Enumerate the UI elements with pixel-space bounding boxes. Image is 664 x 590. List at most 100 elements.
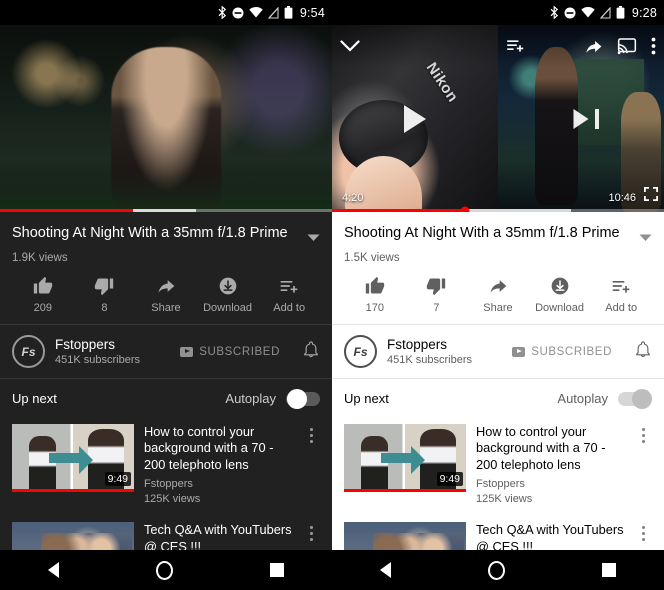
recents-button[interactable]	[269, 563, 284, 577]
add-to-label: Add to	[605, 302, 638, 314]
video-thumbnail: 9:49	[12, 424, 134, 492]
youtube-play-icon	[180, 346, 194, 357]
add-to-queue-icon[interactable]	[506, 38, 526, 54]
chevron-down-icon[interactable]	[340, 39, 360, 53]
list-item[interactable]: 9:49 How to control your background with…	[344, 418, 652, 516]
list-item-title: How to control your background with a 70…	[144, 424, 274, 472]
channel-name: Fstoppers	[387, 337, 448, 352]
video-action-row: 209 8 Share Download Add to	[12, 276, 320, 324]
like-button[interactable]: 170	[344, 276, 406, 314]
list-item-meta: 125K views	[476, 492, 533, 505]
toggle-knob	[287, 388, 307, 409]
up-next-label: Up next	[344, 391, 389, 406]
share-icon[interactable]	[584, 37, 603, 56]
player-content-left: Shooting At Night With a 35mm f/1.8 Prim…	[0, 212, 332, 590]
autoplay-toggle[interactable]	[618, 388, 652, 409]
player-current-time: 4:20	[342, 192, 364, 204]
subscribed-label: SUBSCRIBED	[531, 345, 612, 358]
subscribed-button[interactable]: SUBSCRIBED	[180, 346, 280, 358]
recents-button[interactable]	[601, 563, 616, 577]
video-thumbnail: 9:49	[344, 424, 466, 492]
status-bar-right: 9:28	[332, 0, 664, 25]
back-button[interactable]	[48, 562, 60, 578]
wifi-icon	[249, 7, 263, 18]
battery-icon	[616, 6, 625, 19]
video-player-right[interactable]: Nikon 4:20 10:46	[332, 25, 664, 212]
notification-bell-icon[interactable]	[634, 340, 652, 363]
bluetooth-icon	[218, 6, 227, 19]
like-button[interactable]: 209	[12, 276, 74, 314]
share-button[interactable]: Share	[135, 276, 197, 314]
autoplay-label: Autoplay	[225, 391, 276, 406]
list-item-channel: Fstoppers	[144, 477, 193, 490]
dual-screenshot-comparison: 9:54 Shooting At Night With a 35mm f/1.8…	[0, 0, 664, 590]
watched-progress	[344, 489, 466, 492]
video-frame-night-street	[0, 25, 332, 212]
subscribed-label: SUBSCRIBED	[199, 345, 280, 358]
video-player-left[interactable]	[0, 25, 332, 212]
dislike-button[interactable]: 7	[406, 276, 468, 314]
channel-subscriber-count: 451K subscribers	[387, 354, 472, 366]
channel-text-block: Fstoppers 451K subscribers	[55, 337, 140, 366]
player-half-left[interactable]: Nikon 4:20	[332, 25, 498, 212]
chevron-down-icon[interactable]	[639, 229, 652, 247]
wifi-icon	[581, 7, 595, 18]
status-clock: 9:28	[631, 5, 657, 20]
home-button[interactable]	[155, 560, 173, 580]
add-to-playlist-button[interactable]: Add to	[590, 276, 652, 314]
home-button[interactable]	[487, 560, 505, 580]
avatar: Fs	[12, 335, 45, 368]
player-overlay-right	[498, 25, 664, 67]
chevron-down-icon[interactable]	[307, 229, 320, 247]
video-title: Shooting At Night With a 35mm f/1.8 Prim…	[12, 225, 288, 241]
android-nav-bar-right	[332, 550, 664, 590]
list-item-title: How to control your background with a 70…	[476, 424, 606, 472]
list-item[interactable]: 9:49 How to control your background with…	[12, 418, 320, 516]
more-vertical-icon[interactable]	[651, 37, 656, 55]
pause-bar	[595, 108, 599, 129]
dislike-count: 7	[433, 302, 440, 314]
fullscreen-icon[interactable]	[644, 187, 658, 206]
share-label: Share	[483, 302, 513, 314]
toggle-knob	[632, 388, 652, 409]
add-to-playlist-button[interactable]: Add to	[258, 276, 320, 314]
add-to-label: Add to	[273, 302, 306, 314]
video-duration: 9:49	[104, 472, 131, 486]
download-label: Download	[203, 302, 253, 314]
up-next-header-right: Up next Autoplay	[332, 379, 664, 418]
back-button[interactable]	[380, 562, 392, 578]
download-label: Download	[535, 302, 585, 314]
play-button[interactable]	[404, 104, 426, 133]
video-duration: 9:49	[436, 472, 463, 486]
more-vertical-icon[interactable]	[634, 424, 652, 506]
subscribed-button[interactable]: SUBSCRIBED	[512, 346, 612, 358]
channel-row-left[interactable]: Fs Fstoppers 451K subscribers SUBSCRIBED	[0, 325, 332, 378]
autoplay-toggle[interactable]	[286, 388, 320, 409]
channel-row-right[interactable]: Fs Fstoppers 451K subscribers SUBSCRIBED	[332, 325, 664, 378]
phone-screen-left: 9:54 Shooting At Night With a 35mm f/1.8…	[0, 0, 332, 590]
more-vertical-icon[interactable]	[302, 424, 320, 506]
dislike-count: 8	[101, 302, 108, 314]
download-button[interactable]: Download	[529, 276, 591, 314]
signal-off-icon	[599, 6, 611, 19]
watched-progress	[12, 489, 134, 492]
status-bar-left: 9:54	[0, 0, 332, 25]
channel-subscriber-count: 451K subscribers	[55, 354, 140, 366]
download-button[interactable]: Download	[197, 276, 259, 314]
share-button[interactable]: Share	[467, 276, 529, 314]
player-overlay-left	[332, 25, 498, 67]
status-clock: 9:54	[299, 5, 325, 20]
battery-icon	[284, 6, 293, 19]
list-item-meta: 125K views	[144, 492, 201, 505]
dislike-button[interactable]: 8	[74, 276, 136, 314]
android-nav-bar-left	[0, 550, 332, 590]
player-content-right: Shooting At Night With a 35mm f/1.8 Prim…	[332, 212, 664, 590]
phone-screen-right: 9:28 Nikon 4:20 10:46 Shooting At Night …	[332, 0, 664, 590]
up-next-label: Up next	[12, 391, 57, 406]
signal-off-icon	[267, 6, 279, 19]
notification-bell-icon[interactable]	[302, 340, 320, 363]
video-action-row: 170 7 Share Download Add to	[344, 276, 652, 324]
play-button-secondary[interactable]	[573, 108, 589, 129]
player-half-right[interactable]: 10:46	[498, 25, 664, 212]
cast-icon[interactable]	[617, 37, 637, 55]
